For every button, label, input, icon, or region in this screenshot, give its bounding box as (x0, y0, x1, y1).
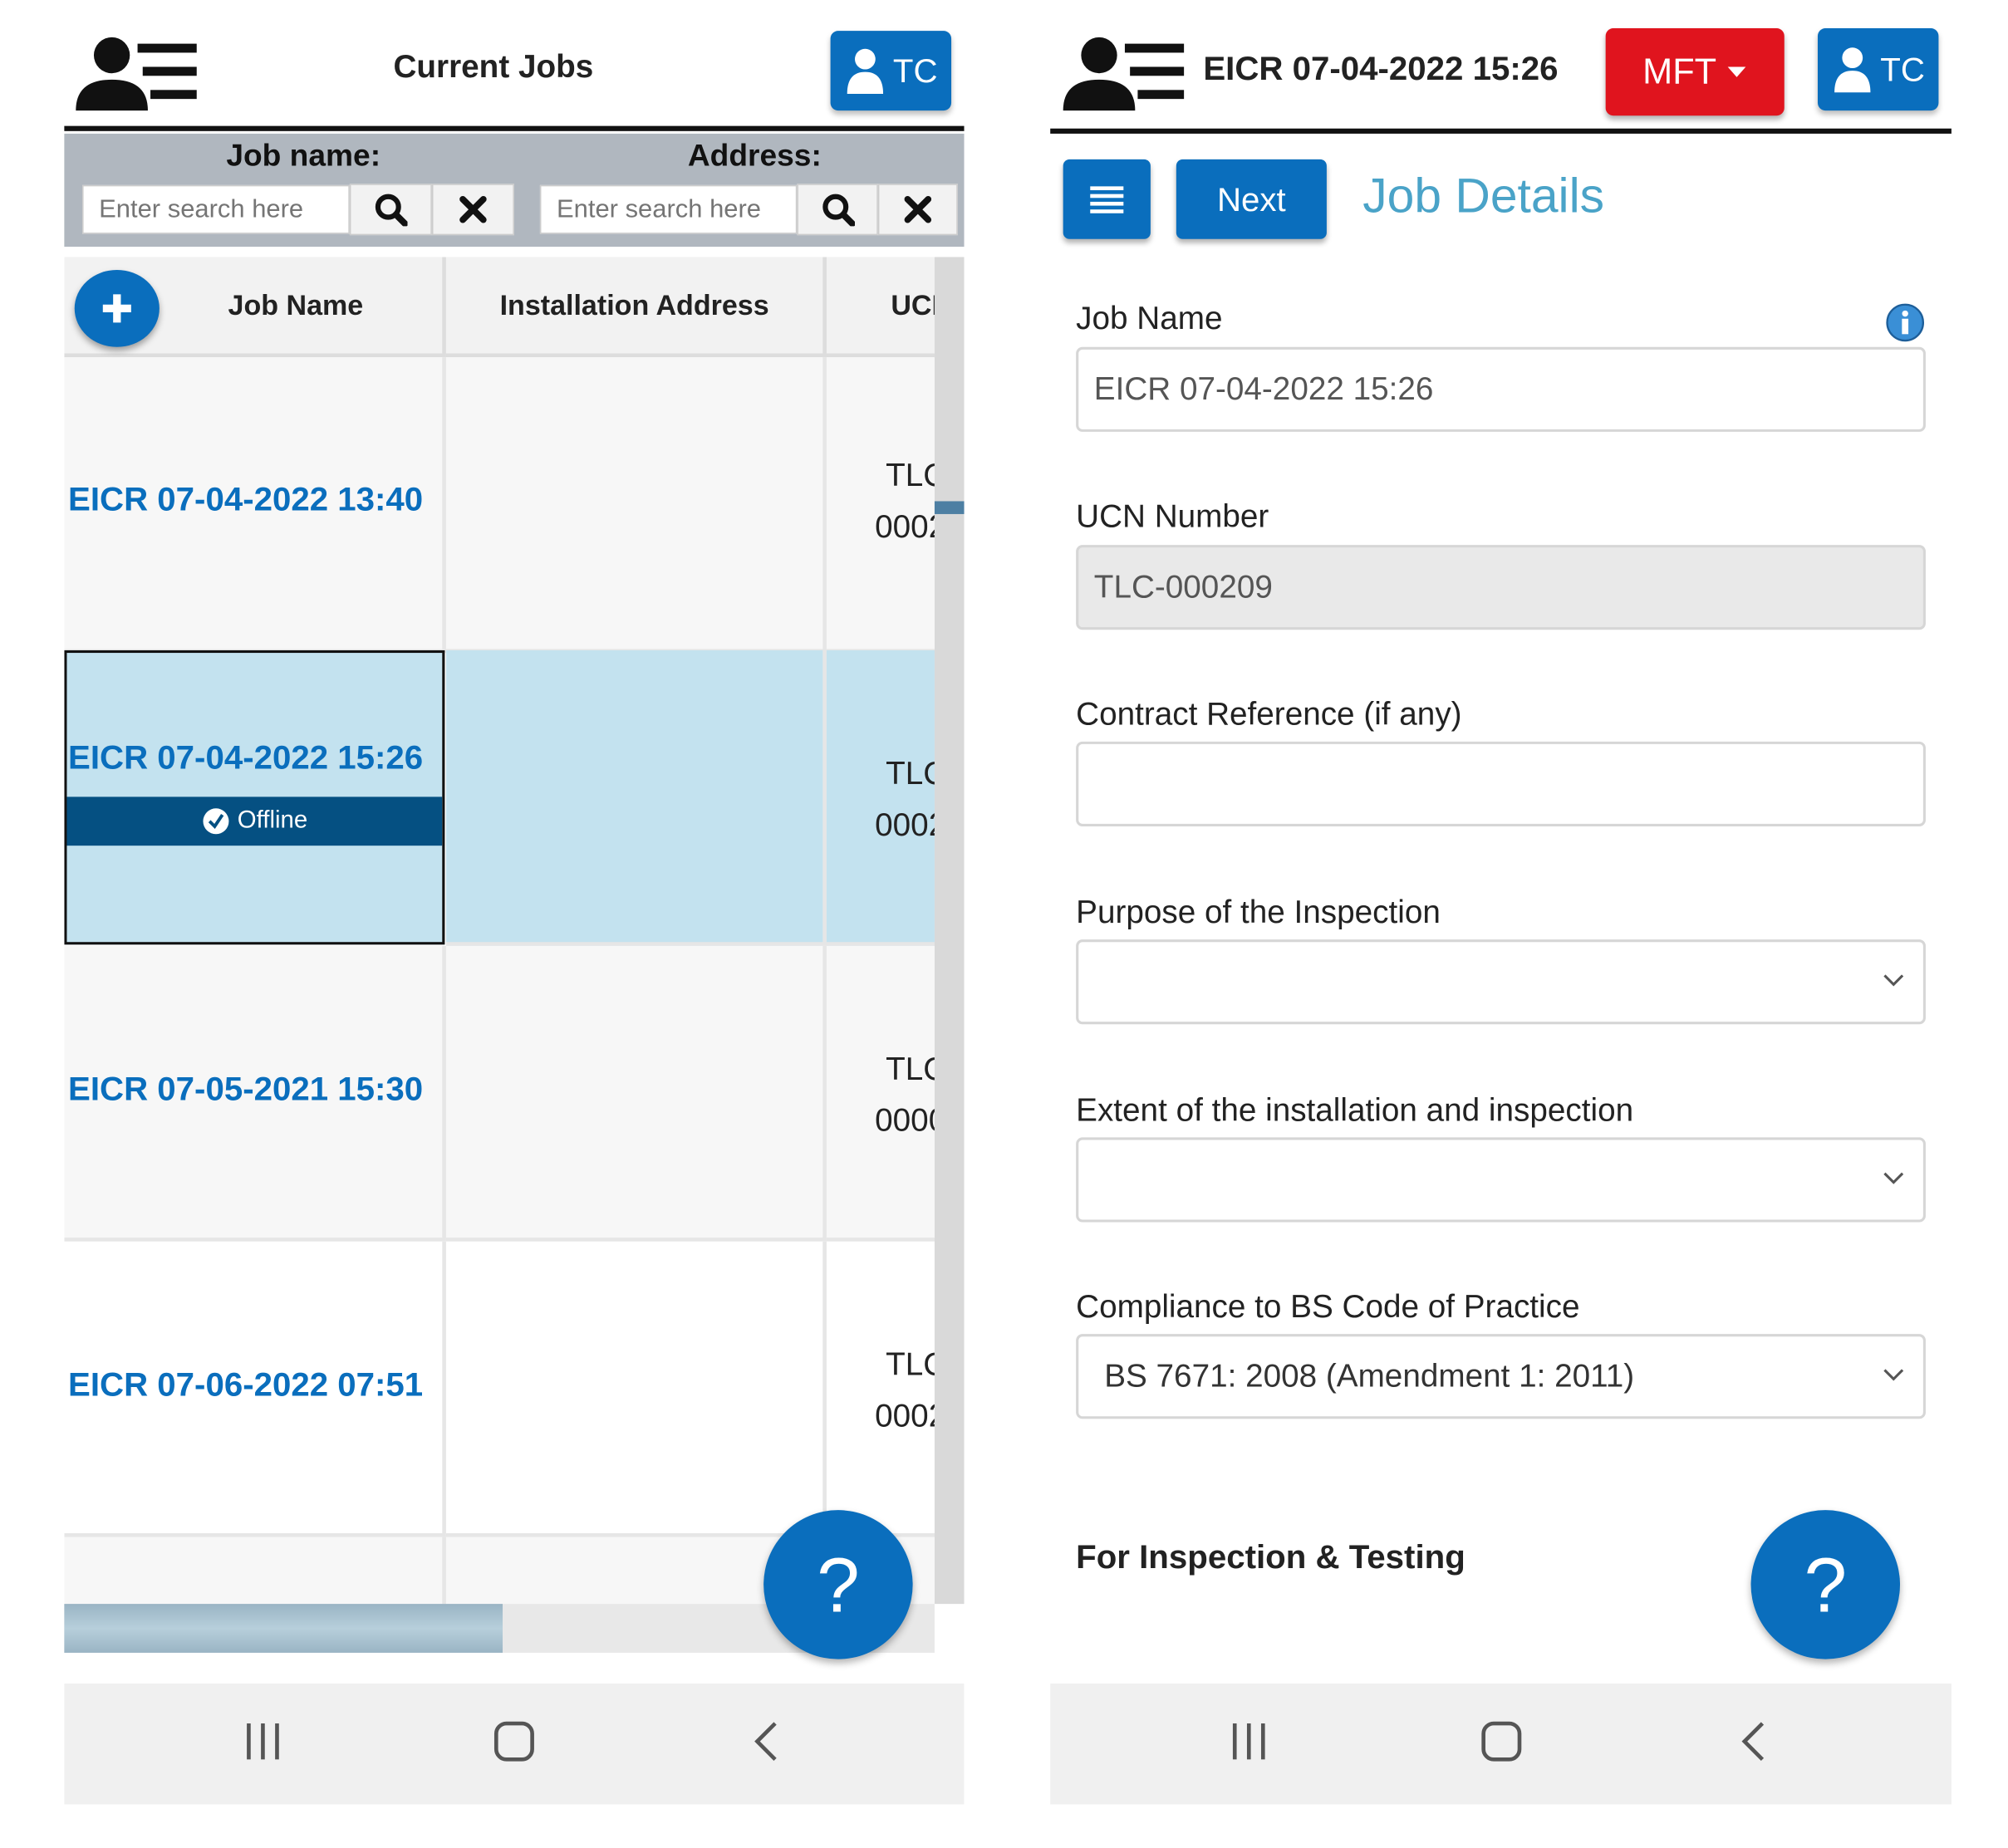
purpose-label: Purpose of the Inspection (1076, 894, 1441, 931)
job-name-field[interactable]: EICR 07-04-2022 15:26 (1076, 346, 1926, 432)
back-icon[interactable] (749, 1719, 783, 1763)
ucn-number-field: TLC-000209 (1076, 545, 1926, 630)
search-icon (822, 194, 855, 227)
table-row[interactable]: EICR 07-06-2022 07:51 (64, 1241, 446, 1537)
job-name-search-label: Job name: (226, 139, 381, 174)
help-button[interactable]: ? (1750, 1510, 1901, 1659)
address-search-label: Address: (687, 139, 822, 174)
scrollbar-thumb[interactable] (934, 501, 965, 514)
page-title: Current Jobs (393, 48, 594, 86)
column-header-ucn[interactable]: UCN (826, 257, 935, 358)
table-row[interactable] (64, 1537, 446, 1605)
job-name-clear-button[interactable] (431, 184, 514, 236)
user-menu-button[interactable]: TC (830, 31, 952, 111)
jobs-table: Job Name Installation Address UCN EICR 0… (64, 257, 935, 1605)
address-cell (445, 945, 827, 1242)
header-divider (1050, 128, 1952, 134)
android-nav-bar (1050, 1684, 1952, 1805)
table-row[interactable]: EICR 07-05-2021 15:30 (64, 945, 446, 1242)
job-title: EICR 07-04-2022 15:26 (1203, 48, 1559, 88)
table-row[interactable]: EICR 07-04-2022 13:40 (64, 357, 446, 654)
job-name-search-input[interactable] (82, 184, 350, 234)
home-icon[interactable] (1480, 1719, 1524, 1763)
recent-apps-icon[interactable] (1230, 1719, 1269, 1763)
user-icon (847, 48, 883, 94)
chevron-down-icon (1883, 1369, 1904, 1381)
jobs-list-icon (1061, 36, 1187, 113)
jobs-list-icon (73, 36, 199, 113)
ucn-cell: TLC0002 (826, 357, 935, 654)
job-name-search-button[interactable] (349, 184, 432, 236)
search-icon (375, 194, 408, 227)
offline-badge: Offline (66, 797, 443, 846)
plus-icon (102, 294, 131, 323)
next-button[interactable]: Next (1176, 159, 1327, 239)
android-nav-bar (64, 1684, 965, 1805)
extent-select[interactable] (1076, 1137, 1926, 1223)
chevron-down-icon (1883, 974, 1904, 987)
close-icon (904, 195, 932, 223)
user-initials: TC (1880, 49, 1925, 88)
check-circle-icon (203, 808, 228, 835)
job-name-link[interactable]: EICR 07-04-2022 15:26 (68, 738, 423, 777)
section-title: Job Details (1362, 169, 1605, 224)
address-search-input[interactable] (539, 184, 798, 234)
scrollbar-thumb[interactable] (64, 1604, 503, 1653)
contract-reference-label: Contract Reference (if any) (1076, 696, 1462, 733)
back-icon[interactable] (1736, 1719, 1770, 1763)
job-name-link[interactable]: EICR 07-06-2022 07:51 (68, 1365, 423, 1404)
ucn-number-label: UCN Number (1076, 498, 1269, 535)
list-icon (1090, 186, 1124, 213)
address-cell (445, 1241, 827, 1537)
ucn-cell: TLC0002 (826, 649, 935, 946)
close-icon (459, 195, 487, 223)
user-icon (1834, 47, 1870, 93)
contract-reference-field[interactable] (1076, 741, 1926, 826)
column-header-installation-address[interactable]: Installation Address (445, 257, 827, 358)
extent-label: Extent of the installation and inspectio… (1076, 1092, 1634, 1129)
address-cell (445, 649, 827, 946)
user-menu-button[interactable]: TC (1817, 28, 1939, 111)
chevron-down-icon (1883, 1172, 1904, 1184)
help-button[interactable]: ? (763, 1510, 913, 1659)
section-heading: For Inspection & Testing (1076, 1537, 1465, 1576)
address-search-button[interactable] (797, 184, 878, 236)
job-name-link[interactable]: EICR 07-04-2022 13:40 (68, 479, 423, 519)
ucn-cell: TLC0000 (826, 945, 935, 1242)
vertical-scrollbar[interactable] (934, 257, 965, 1605)
recent-apps-icon[interactable] (244, 1719, 282, 1763)
add-job-button[interactable] (74, 269, 160, 347)
ucn-cell: TLC0002 (826, 1241, 935, 1537)
purpose-select[interactable] (1076, 939, 1926, 1025)
home-icon[interactable] (493, 1719, 537, 1763)
address-cell (445, 357, 827, 654)
user-initials: TC (892, 51, 938, 90)
job-name-link[interactable]: EICR 07-05-2021 15:30 (68, 1069, 423, 1109)
header-divider (64, 125, 965, 131)
caret-down-icon (1728, 66, 1746, 77)
compliance-label: Compliance to BS Code of Practice (1076, 1289, 1580, 1326)
mft-dropdown-button[interactable]: MFT (1605, 28, 1785, 116)
compliance-select[interactable]: BS 7671: 2008 (Amendment 1: 2011) (1076, 1334, 1926, 1419)
menu-button[interactable] (1063, 159, 1151, 239)
job-name-label: Job Name (1076, 301, 1223, 337)
table-row-selected[interactable]: EICR 07-04-2022 15:26 Offline (64, 649, 445, 945)
address-clear-button[interactable] (877, 184, 958, 236)
info-icon[interactable] (1886, 303, 1925, 348)
